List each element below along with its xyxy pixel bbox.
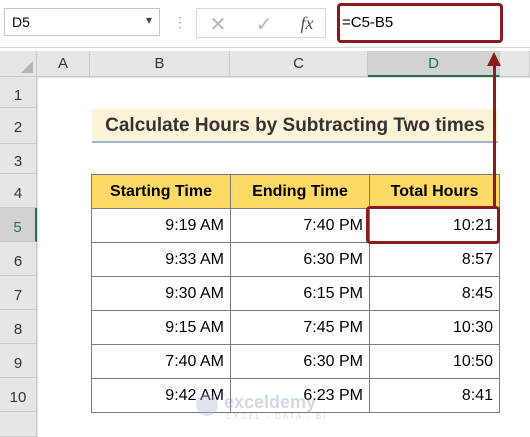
row-header-9[interactable]: 9 bbox=[0, 344, 37, 378]
header-starting-time[interactable]: Starting Time bbox=[91, 174, 231, 209]
table-row: 7:40 AM 6:30 PM 10:50 bbox=[91, 344, 500, 379]
cell-total[interactable]: 8:45 bbox=[369, 276, 500, 311]
row-header-5[interactable]: 5 bbox=[0, 208, 37, 242]
table-row: 9:33 AM 6:30 PM 8:57 bbox=[91, 242, 500, 277]
cell-total[interactable]: 8:41 bbox=[369, 378, 500, 413]
arrow-up-icon bbox=[487, 52, 501, 66]
column-header-a[interactable]: A bbox=[37, 51, 90, 77]
cell-start[interactable]: 7:40 AM bbox=[91, 344, 231, 379]
cell-end[interactable]: 7:40 PM bbox=[230, 208, 370, 243]
enter-icon[interactable]: ✓ bbox=[249, 12, 279, 37]
column-header-d[interactable]: D bbox=[368, 51, 500, 77]
cell-start[interactable]: 9:33 AM bbox=[91, 242, 231, 277]
cell-total[interactable]: 10:50 bbox=[369, 344, 500, 379]
name-box[interactable]: D5 ▾ bbox=[4, 8, 160, 36]
formula-highlight-box bbox=[337, 3, 503, 43]
watermark: exceldemy EXCEL · DATA · BI bbox=[196, 390, 346, 424]
row-header-10[interactable]: 10 bbox=[0, 378, 37, 412]
exceldemy-logo-icon bbox=[196, 394, 218, 416]
watermark-name: exceldemy bbox=[224, 392, 317, 412]
sheet-title[interactable]: Calculate Hours by Subtracting Two times bbox=[92, 109, 498, 143]
selected-cell-highlight bbox=[366, 206, 500, 244]
row-header-11[interactable] bbox=[0, 412, 37, 437]
cell-end[interactable]: 6:30 PM bbox=[230, 242, 370, 277]
select-all-icon bbox=[21, 61, 33, 73]
formula-bar: D5 ▾ ⋮ ✕ ✓ fx =C5-B5 bbox=[0, 0, 530, 48]
cell-start[interactable]: 9:30 AM bbox=[91, 276, 231, 311]
table-header-row: Starting Time Ending Time Total Hours bbox=[91, 174, 500, 209]
cell-start[interactable]: 9:15 AM bbox=[91, 310, 231, 345]
cell-start[interactable]: 9:19 AM bbox=[91, 208, 231, 243]
table-row: 9:30 AM 6:15 PM 8:45 bbox=[91, 276, 500, 311]
header-total-hours[interactable]: Total Hours bbox=[369, 174, 500, 209]
watermark-tagline: EXCEL · DATA · BI bbox=[226, 412, 328, 421]
row-header-7[interactable]: 7 bbox=[0, 276, 37, 310]
row-header-4[interactable]: 4 bbox=[0, 174, 37, 208]
formula-buttons: ✕ ✓ fx bbox=[196, 8, 326, 38]
column-header-e[interactable] bbox=[500, 51, 530, 77]
insert-function-icon[interactable]: fx bbox=[292, 13, 322, 34]
table-row: 9:15 AM 7:45 PM 10:30 bbox=[91, 310, 500, 345]
name-box-value[interactable]: D5 bbox=[12, 14, 30, 30]
cell-total[interactable]: 10:30 bbox=[369, 310, 500, 345]
arrow-line bbox=[493, 64, 496, 207]
column-header-b[interactable]: B bbox=[90, 51, 230, 77]
cancel-icon[interactable]: ✕ bbox=[203, 12, 233, 37]
chevron-down-icon[interactable]: ▾ bbox=[146, 13, 152, 27]
row-header-8[interactable]: 8 bbox=[0, 310, 37, 344]
cell-total[interactable]: 8:57 bbox=[369, 242, 500, 277]
cell-end[interactable]: 6:30 PM bbox=[230, 344, 370, 379]
header-ending-time[interactable]: Ending Time bbox=[230, 174, 370, 209]
row-header-6[interactable]: 6 bbox=[0, 242, 37, 276]
column-header-c[interactable]: C bbox=[230, 51, 368, 77]
cell-end[interactable]: 7:45 PM bbox=[230, 310, 370, 345]
row-header-2[interactable]: 2 bbox=[0, 108, 37, 144]
row-header-3[interactable]: 3 bbox=[0, 144, 37, 174]
cell-end[interactable]: 6:15 PM bbox=[230, 276, 370, 311]
row-header-1[interactable]: 1 bbox=[0, 77, 37, 108]
select-all-button[interactable] bbox=[0, 51, 37, 77]
drag-handle-icon[interactable]: ⋮ bbox=[172, 10, 188, 34]
